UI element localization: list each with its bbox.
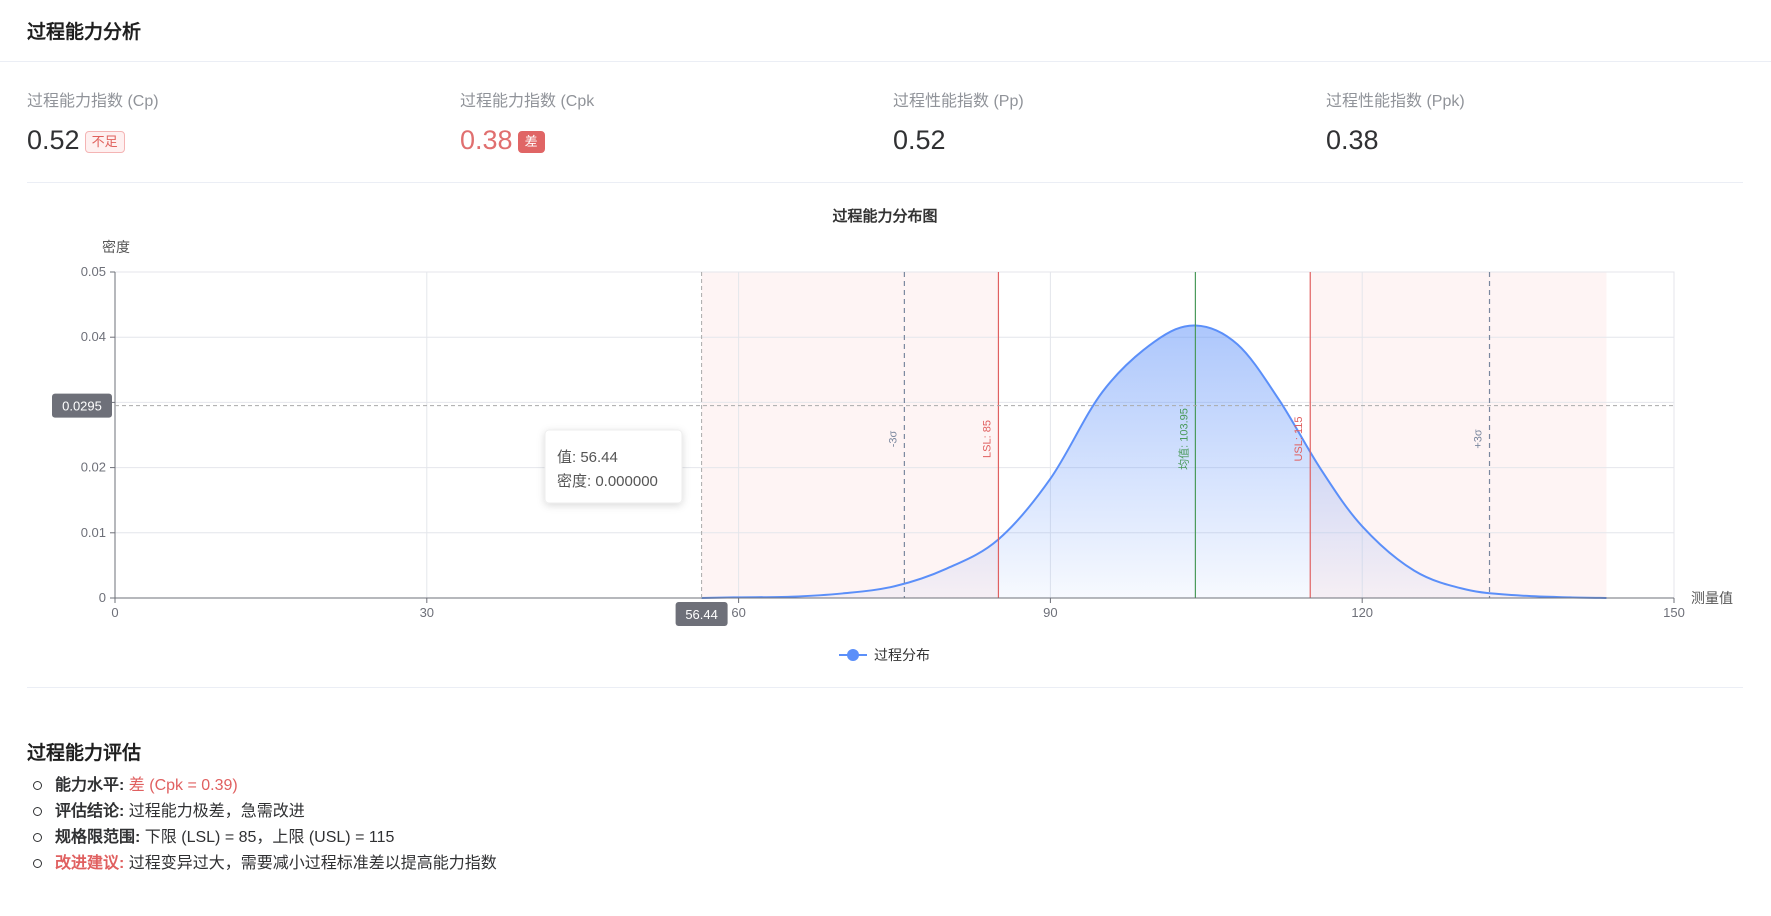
metric-label: 过程性能指数 (Pp) xyxy=(893,93,1024,110)
item-value: 过程变异过大，需要减小过程标准差以提高能力指数 xyxy=(128,855,497,872)
status-badge: 差 xyxy=(517,131,545,153)
x-tick-label: 30 xyxy=(420,605,434,620)
metric-value: 0.38 xyxy=(460,125,513,155)
assessment-title: 过程能力评估 xyxy=(27,743,142,764)
list-item: 能力水平: 差 (Cpk = 0.39) xyxy=(33,773,497,799)
assessment-list: 能力水平: 差 (Cpk = 0.39) 评估结论: 过程能力极差，急需改进 规… xyxy=(27,773,497,877)
y-tick-label: 0.05 xyxy=(81,264,106,279)
section-divider xyxy=(27,687,1743,688)
page-header: 过程能力分析 xyxy=(0,0,1771,62)
item-key: 改进建议: xyxy=(55,855,125,872)
x-axis-title: 测量值 xyxy=(1691,590,1733,606)
chart-title: 过程能力分布图 xyxy=(832,207,937,225)
metric-label: 过程能力指数 (Cpk xyxy=(460,93,595,110)
list-item: 规格限范围: 下限 (LSL) = 85，上限 (USL) = 115 xyxy=(33,825,497,851)
legend-label: 过程分布 xyxy=(874,647,930,663)
process-capability-chart[interactable]: 过程能力分布图 密度 测量值 -3σ LSL: 85 均值: 103.95 USL: … xyxy=(0,183,1771,683)
reference-line-label: LSL: 85 xyxy=(981,420,993,458)
item-value: 过程能力极差，急需改进 xyxy=(128,803,305,820)
x-tick-label: 60 xyxy=(731,605,745,620)
metric-cp: 过程能力指数 (Cp) 0.52 不足 xyxy=(27,92,427,156)
metric-ppk: 过程性能指数 (Ppk) 0.38 xyxy=(1326,92,1726,156)
reference-line-label: 均值: 103.95 xyxy=(1177,408,1190,470)
metric-label: 过程性能指数 (Ppk) xyxy=(1326,93,1465,110)
reference-line-label: USL: 115 xyxy=(1293,416,1305,461)
list-item: 评估结论: 过程能力极差，急需改进 xyxy=(33,799,497,825)
item-value: 差 (Cpk = 0.39) xyxy=(128,777,238,794)
metrics-row: 过程能力指数 (Cp) 0.52 不足 过程能力指数 (Cpk 0.38 差 过… xyxy=(27,62,1743,183)
y-axis-title: 密度 xyxy=(102,239,130,255)
metric-value: 0.52 xyxy=(893,125,946,155)
legend-marker xyxy=(847,649,859,661)
list-item: 改进建议: 过程变异过大，需要减小过程标准差以提高能力指数 xyxy=(33,851,497,877)
metric-value: 0.52 xyxy=(27,125,80,155)
reference-line-label: +3σ xyxy=(1473,429,1485,449)
item-key: 评估结论: xyxy=(55,803,125,820)
metric-value: 0.38 xyxy=(1326,125,1379,155)
y-tick-label: 0.04 xyxy=(81,329,106,344)
x-tick-label: 120 xyxy=(1351,605,1373,620)
tooltip-value: 值: 56.44 xyxy=(557,449,618,466)
crosshair-y-label: 0.0295 xyxy=(62,399,102,414)
item-value: 下限 (LSL) = 85，上限 (USL) = 115 xyxy=(144,829,395,846)
metric-label: 过程能力指数 (Cp) xyxy=(27,93,159,110)
reference-line-label: -3σ xyxy=(887,431,899,448)
x-tick-label: 150 xyxy=(1663,605,1685,620)
x-tick-label: 0 xyxy=(111,605,118,620)
item-key: 能力水平: xyxy=(55,777,125,794)
chart-tooltip xyxy=(544,429,683,504)
y-tick-label: 0.02 xyxy=(81,460,106,475)
status-badge: 不足 xyxy=(84,131,125,153)
crosshair-x-label: 56.44 xyxy=(685,607,718,622)
item-key: 规格限范围: xyxy=(55,829,141,846)
page-title: 过程能力分析 xyxy=(27,22,142,43)
assessment-section: 过程能力评估 能力水平: 差 (Cpk = 0.39) 评估结论: 过程能力极差… xyxy=(27,738,497,877)
metric-pp: 过程性能指数 (Pp) 0.52 xyxy=(893,92,1293,156)
y-tick-label: 0 xyxy=(99,590,106,605)
tooltip-density: 密度: 0.000000 xyxy=(557,473,658,490)
out-of-spec-band xyxy=(701,272,999,598)
metric-cpk: 过程能力指数 (Cpk 0.38 差 xyxy=(460,92,860,156)
y-tick-label: 0.01 xyxy=(81,525,106,540)
x-tick-label: 90 xyxy=(1043,605,1057,620)
